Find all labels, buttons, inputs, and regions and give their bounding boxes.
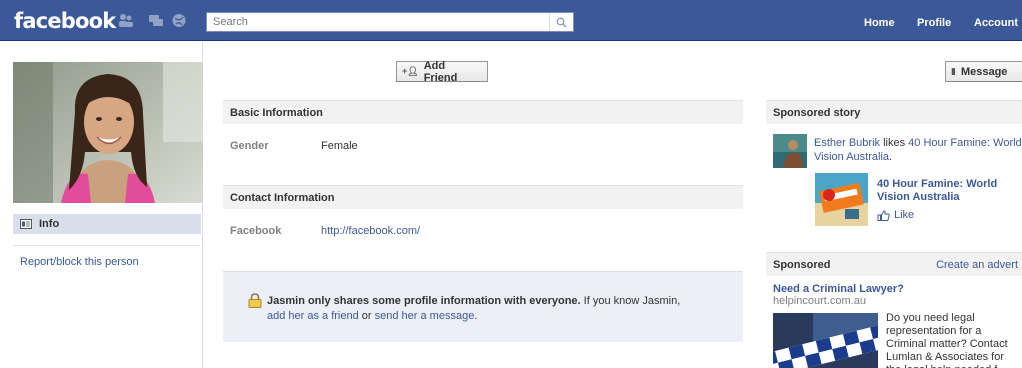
privacy-text-3: .: [474, 310, 478, 322]
search-input[interactable]: [207, 13, 551, 31]
nav-account-link[interactable]: Account: [974, 17, 1018, 29]
add-her-as-friend-link[interactable]: add her as a friend: [267, 310, 359, 322]
sponsored-story-text: Esther Bubrik likes 40 Hour Famine: Worl…: [814, 136, 1022, 164]
message-button[interactable]: ▮ Message: [945, 61, 1022, 82]
report-block-link[interactable]: Report/block this person: [20, 256, 139, 268]
info-icon: [20, 219, 32, 229]
like-label: Like: [894, 209, 915, 221]
ad-domain: helpincourt.com.au: [773, 295, 866, 307]
privacy-text-2: or: [361, 310, 372, 322]
story-person-link[interactable]: Esther Bubrik: [814, 137, 880, 149]
privacy-text: Jasmin only shares some profile informat…: [267, 294, 737, 324]
add-friend-button[interactable]: +👤︎ Add Friend: [396, 59, 488, 84]
gender-label: Gender: [230, 140, 269, 152]
ad-image[interactable]: [773, 313, 878, 368]
ad-title-link[interactable]: Need a Criminal Lawyer?: [773, 283, 904, 295]
search-icon: [556, 17, 567, 28]
info-tab[interactable]: Info: [13, 214, 201, 234]
search-button[interactable]: [549, 13, 573, 31]
create-advert-link[interactable]: Create an advert: [936, 259, 1018, 271]
sponsored-header: Sponsored Create an advert: [766, 252, 1022, 276]
page-thumbnail[interactable]: [815, 173, 868, 226]
notifications-icon[interactable]: [171, 13, 187, 28]
facebook-label: Facebook: [230, 225, 282, 237]
privacy-text-1: If you know Jasmin,: [583, 295, 681, 307]
story-person-photo[interactable]: [773, 134, 807, 168]
sponsored-page-name-link[interactable]: 40 Hour Famine: World Vision Australia: [877, 178, 1022, 204]
facebook-url-link[interactable]: http://facebook.com/: [321, 225, 420, 237]
search-box: [206, 12, 574, 32]
nav-home-link[interactable]: Home: [864, 17, 895, 29]
story-verb: likes: [883, 137, 906, 149]
add-friend-label: Add Friend: [423, 59, 458, 84]
divider: [13, 245, 201, 246]
thumbs-up-icon: [877, 209, 890, 221]
basic-information-header: Basic Information: [223, 100, 743, 124]
friends-icon[interactable]: [118, 13, 134, 28]
story-period: .: [889, 151, 893, 163]
profile-picture[interactable]: [13, 62, 203, 203]
message-label: Message: [960, 65, 1008, 78]
gender-value: Female: [321, 140, 358, 152]
messages-icon[interactable]: [148, 13, 164, 28]
nav-profile-link[interactable]: Profile: [917, 17, 951, 29]
like-link[interactable]: Like: [877, 209, 914, 221]
contact-information-header: Contact Information: [223, 185, 743, 209]
message-icon: ▮: [951, 66, 956, 76]
facebook-logo[interactable]: facebook: [14, 9, 116, 33]
privacy-bold-text: Jasmin only shares some profile informat…: [267, 295, 581, 307]
send-her-message-link[interactable]: send her a message: [375, 310, 475, 322]
left-column: Info Report/block this person: [0, 42, 203, 368]
privacy-notice: Jasmin only shares some profile informat…: [223, 271, 743, 342]
top-bar: facebook Home Profile Account: [0, 0, 1022, 41]
add-friend-icon: +👤︎: [402, 66, 419, 76]
sponsored-title: Sponsored: [773, 259, 831, 271]
lock-icon: [248, 293, 262, 308]
ad-body-text: Do you need legal representation for a C…: [886, 312, 1008, 368]
sponsored-story-header: Sponsored story: [766, 100, 1022, 124]
info-tab-label: Info: [39, 218, 60, 230]
